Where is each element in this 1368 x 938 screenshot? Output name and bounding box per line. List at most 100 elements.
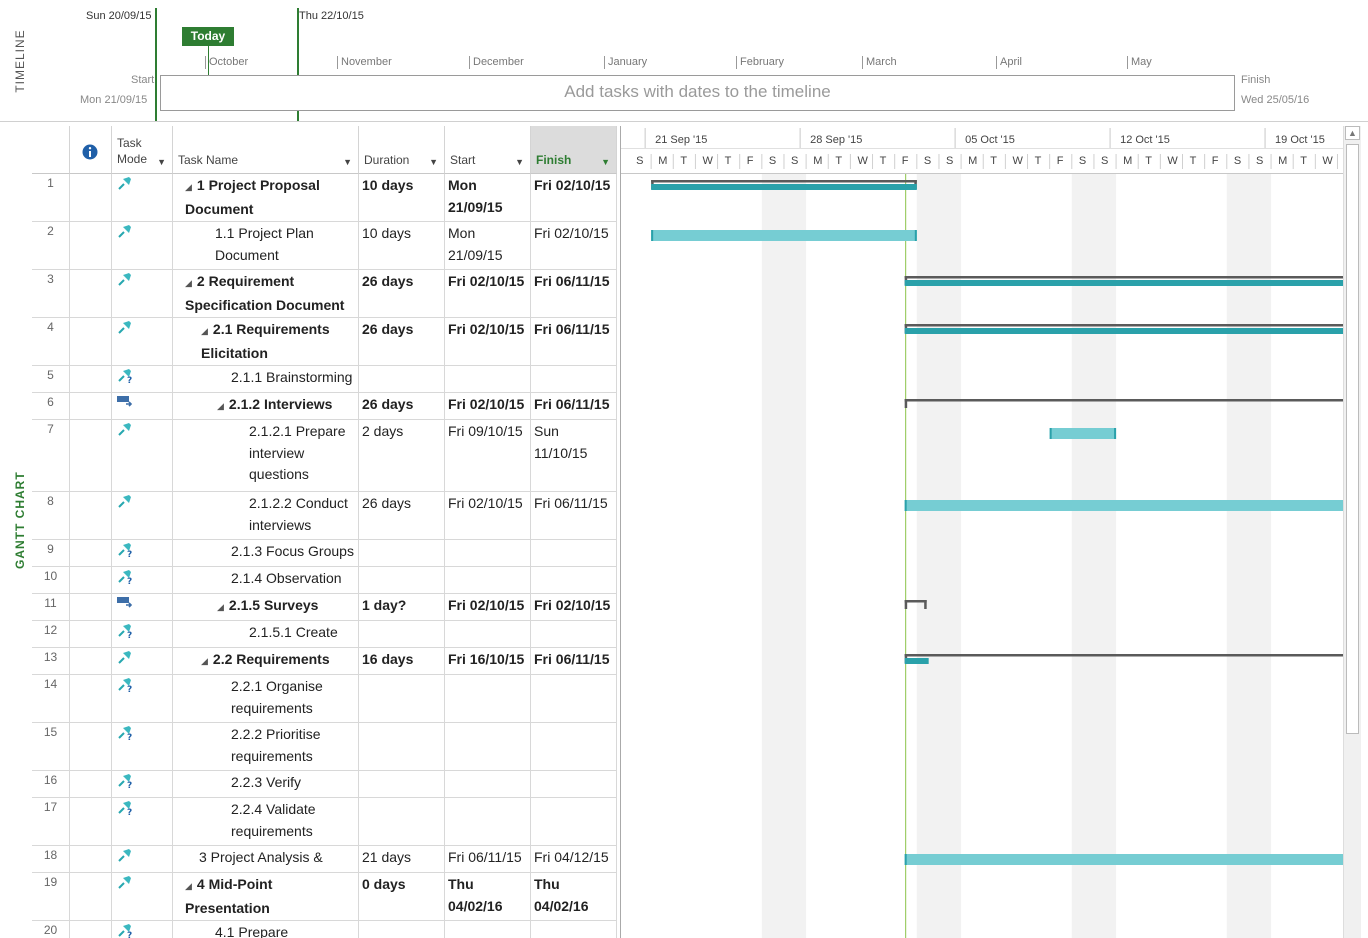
row-number[interactable]: 11	[32, 594, 70, 620]
start-cell[interactable]: Fri 02/10/15	[445, 393, 531, 419]
indicator-cell[interactable]	[70, 366, 112, 392]
start-cell[interactable]	[445, 771, 531, 797]
duration-cell[interactable]: 1 day?	[359, 594, 445, 620]
duration-filter-chevron-icon[interactable]: ▼	[429, 157, 438, 167]
finish-cell[interactable]	[531, 540, 617, 566]
duration-cell[interactable]: 16 days	[359, 648, 445, 674]
task-name-cell[interactable]: 2.1.2.1 Prepare interview questions	[173, 420, 359, 491]
finish-cell[interactable]: Thu 04/02/16	[531, 873, 617, 920]
task-mode-cell[interactable]: ?	[112, 921, 173, 938]
task-name-cell[interactable]: 2.1.5.1 Create surv	[173, 621, 359, 647]
task-row[interactable]: 11 ◢ 2.1.5 Surveys 1 day? Fri 02/10/15 Fri 02…	[32, 594, 617, 621]
task-row[interactable]: 20? 4.1 Prepare presentatic	[32, 921, 617, 938]
task-sheet[interactable]: Task Mode ▼ Task Name ▼ Duration ▼ Start…	[32, 126, 617, 938]
start-cell[interactable]: Fri 02/10/15	[445, 270, 531, 317]
start-cell[interactable]: Fri 02/10/15	[445, 492, 531, 539]
row-number[interactable]: 9	[32, 540, 70, 566]
chart-vertical-scrollbar[interactable]: ▲	[1343, 126, 1361, 938]
duration-cell[interactable]: 0 days	[359, 873, 445, 920]
finish-cell[interactable]: Fri 06/11/15	[531, 318, 617, 365]
finish-cell[interactable]: Fri 06/11/15	[531, 270, 617, 317]
row-number[interactable]: 15	[32, 723, 70, 770]
task-mode-cell[interactable]	[112, 492, 173, 539]
duration-header[interactable]: Duration ▼	[359, 126, 445, 174]
task-name-cell[interactable]: ◢ 2.1 Requirements Elicitation	[173, 318, 359, 365]
task-row[interactable]: 5? 2.1.1 Brainstorming	[32, 366, 617, 393]
finish-cell[interactable]	[531, 366, 617, 392]
indicator-cell[interactable]	[70, 921, 112, 938]
task-row[interactable]: 7 2.1.2.1 Prepare interview questions 2 da…	[32, 420, 617, 492]
task-mode-header[interactable]: Task Mode ▼	[112, 126, 173, 174]
indicator-cell[interactable]	[70, 771, 112, 797]
duration-cell[interactable]	[359, 723, 445, 770]
collapse-triangle-icon[interactable]: ◢	[201, 656, 208, 666]
start-header[interactable]: Start ▼	[445, 126, 531, 174]
start-cell[interactable]: Fri 02/10/15	[445, 318, 531, 365]
task-mode-cell[interactable]	[112, 318, 173, 365]
task-name-cell[interactable]: 2.2.4 Validate requirements	[173, 798, 359, 845]
start-cell[interactable]	[445, 621, 531, 647]
indicator-cell[interactable]	[70, 621, 112, 647]
indicator-cell[interactable]	[70, 393, 112, 419]
scroll-up-arrow-icon[interactable]: ▲	[1345, 126, 1360, 140]
indicator-cell[interactable]	[70, 174, 112, 221]
task-row[interactable]: 15? 2.2.2 Prioritise requirements	[32, 723, 617, 771]
finish-filter-chevron-icon[interactable]: ▼	[601, 157, 610, 167]
indicator-cell[interactable]	[70, 723, 112, 770]
start-cell[interactable]: Fri 09/10/15	[445, 420, 531, 491]
duration-cell[interactable]: 26 days	[359, 492, 445, 539]
indicator-cell[interactable]	[70, 675, 112, 722]
row-number[interactable]: 17	[32, 798, 70, 845]
task-name-cell[interactable]: 2.1.2.2 Conduct interviews	[173, 492, 359, 539]
finish-cell[interactable]	[531, 921, 617, 938]
task-row[interactable]: 9? 2.1.3 Focus Groups	[32, 540, 617, 567]
indicators-header[interactable]	[70, 126, 112, 174]
finish-cell[interactable]: Fri 04/12/15	[531, 846, 617, 872]
indicator-cell[interactable]	[70, 594, 112, 620]
finish-cell[interactable]	[531, 723, 617, 770]
timeline-pane[interactable]: TIMELINE Sun 20/09/15 Thu 22/10/15 Today…	[0, 0, 1368, 122]
duration-cell[interactable]: 21 days	[359, 846, 445, 872]
finish-cell[interactable]: Sun 11/10/15	[531, 420, 617, 491]
task-name-cell[interactable]: 2.2.2 Prioritise requirements	[173, 723, 359, 770]
task-mode-cell[interactable]	[112, 873, 173, 920]
finish-cell[interactable]	[531, 798, 617, 845]
task-name-cell[interactable]: ◢ 2.1.2 Interviews	[173, 393, 359, 419]
task-name-header[interactable]: Task Name ▼	[173, 126, 359, 174]
indicator-cell[interactable]	[70, 798, 112, 845]
start-cell[interactable]	[445, 540, 531, 566]
start-cell[interactable]: Fri 16/10/15	[445, 648, 531, 674]
task-mode-cell[interactable]: ?	[112, 567, 173, 593]
start-cell[interactable]: Thu 04/02/16	[445, 873, 531, 920]
finish-cell[interactable]: Fri 02/10/15	[531, 222, 617, 269]
task-name-cell[interactable]: 2.1.4 Observation	[173, 567, 359, 593]
indicator-cell[interactable]	[70, 420, 112, 491]
start-cell[interactable]	[445, 798, 531, 845]
collapse-triangle-icon[interactable]: ◢	[201, 326, 208, 336]
duration-cell[interactable]	[359, 366, 445, 392]
start-cell[interactable]: Fri 06/11/15	[445, 846, 531, 872]
duration-cell[interactable]	[359, 621, 445, 647]
duration-cell[interactable]	[359, 798, 445, 845]
task-name-cell[interactable]: 2.1.1 Brainstorming	[173, 366, 359, 392]
gantt-chart-pane[interactable]: 21 Sep '15 28 Sep '15 05 Oct '15 12 Oct '15…	[620, 126, 1344, 938]
start-cell[interactable]: Mon 21/09/15	[445, 222, 531, 269]
finish-cell[interactable]: Fri 06/11/15	[531, 393, 617, 419]
duration-cell[interactable]	[359, 540, 445, 566]
task-mode-cell[interactable]: ?	[112, 366, 173, 392]
finish-cell[interactable]	[531, 675, 617, 722]
row-number[interactable]: 14	[32, 675, 70, 722]
task-mode-cell[interactable]	[112, 594, 173, 620]
row-number[interactable]: 12	[32, 621, 70, 647]
task-mode-cell[interactable]	[112, 846, 173, 872]
indicator-cell[interactable]	[70, 222, 112, 269]
task-row[interactable]: 2 1.1 Project Plan Document 10 days Mon 21/…	[32, 222, 617, 270]
indicator-cell[interactable]	[70, 873, 112, 920]
start-cell[interactable]	[445, 366, 531, 392]
task-name-cell[interactable]: 2.1.3 Focus Groups	[173, 540, 359, 566]
indicator-cell[interactable]	[70, 567, 112, 593]
task-mode-cell[interactable]: ?	[112, 621, 173, 647]
task-row[interactable]: 10? 2.1.4 Observation	[32, 567, 617, 594]
row-number[interactable]: 2	[32, 222, 70, 269]
task-mode-cell[interactable]	[112, 222, 173, 269]
